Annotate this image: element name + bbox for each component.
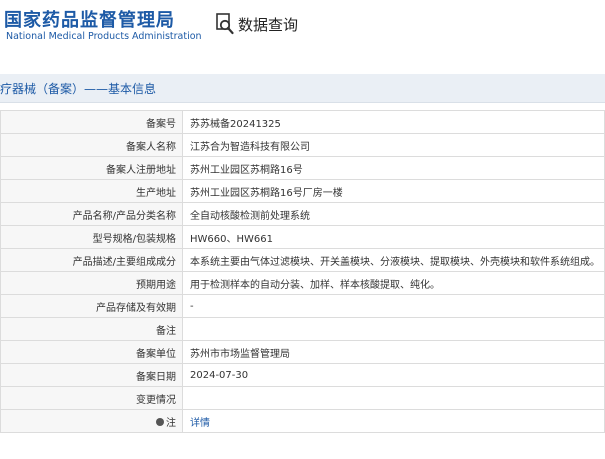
- row-value: HW660、HW661: [182, 225, 605, 249]
- row-value: 本系统主要由气体过滤模块、开关盖模块、分液模块、提取模块、外壳模块和软件系统组成…: [182, 248, 605, 272]
- section-title: 疗器械（备案）——基本信息: [0, 82, 157, 96]
- data-query-label: 数据查询: [238, 15, 299, 34]
- table-row: 产品存储及有效期 -: [0, 294, 605, 318]
- table-row-note: 注 详情: [0, 409, 605, 433]
- lightbulb-icon: [156, 417, 164, 426]
- details-link[interactable]: 详情: [190, 418, 210, 429]
- row-value: [182, 317, 605, 341]
- row-label: 产品存储及有效期: [0, 294, 183, 318]
- table-row: 备案日期 2024-07-30: [0, 363, 605, 387]
- site-logo-cn[interactable]: 国家药品监督管理局: [4, 6, 175, 32]
- row-label: 备案号: [0, 110, 183, 134]
- record-info-table: 备案号 苏苏械备20241325 备案人名称 江苏合为智造科技有限公司 备案人注…: [0, 110, 605, 433]
- row-value: 用于检测样本的自动分装、加样、样本核酸提取、纯化。: [182, 271, 605, 295]
- table-row: 备案号 苏苏械备20241325: [0, 110, 605, 134]
- site-header: 国家药品监督管理局 National Medical Products Admi…: [0, 0, 605, 62]
- row-label: 备案人名称: [0, 133, 183, 157]
- table-row: 备案人名称 江苏合为智造科技有限公司: [0, 133, 605, 157]
- table-row: 产品描述/主要组成成分 本系统主要由气体过滤模块、开关盖模块、分液模块、提取模块…: [0, 248, 605, 272]
- section-title-bar: 疗器械（备案）——基本信息: [0, 74, 605, 103]
- table-row: 型号规格/包装规格 HW660、HW661: [0, 225, 605, 249]
- note-row-label: 注: [0, 409, 183, 433]
- table-row: 变更情况: [0, 386, 605, 410]
- row-value: 2024-07-30: [182, 363, 605, 387]
- row-label: 备案日期: [0, 363, 183, 387]
- table-row: 产品名称/产品分类名称 全自动核酸检测前处理系统: [0, 202, 605, 226]
- note-label-text: 注: [166, 417, 176, 429]
- table-row: 备注: [0, 317, 605, 341]
- row-value: 江苏合为智造科技有限公司: [182, 133, 605, 157]
- row-label: 备案单位: [0, 340, 183, 364]
- data-query-link[interactable]: 数据查询: [215, 12, 298, 36]
- row-label: 变更情况: [0, 386, 183, 410]
- row-value: 苏苏械备20241325: [182, 110, 605, 134]
- table-row: 生产地址 苏州工业园区苏桐路16号厂房一楼: [0, 179, 605, 203]
- table-row: 备案单位 苏州市市场监督管理局: [0, 340, 605, 364]
- row-value: 苏州工业园区苏桐路16号: [182, 156, 605, 180]
- row-label: 生产地址: [0, 179, 183, 203]
- search-icon: [215, 13, 235, 35]
- row-label: 型号规格/包装规格: [0, 225, 183, 249]
- row-label: 备注: [0, 317, 183, 341]
- row-label: 产品描述/主要组成成分: [0, 248, 183, 272]
- note-row-value: 详情: [182, 409, 605, 433]
- row-value: [182, 386, 605, 410]
- row-value: 全自动核酸检测前处理系统: [182, 202, 605, 226]
- row-label: 产品名称/产品分类名称: [0, 202, 183, 226]
- row-value: 苏州工业园区苏桐路16号厂房一楼: [182, 179, 605, 203]
- site-logo-en[interactable]: National Medical Products Administration: [6, 31, 202, 42]
- row-label: 备案人注册地址: [0, 156, 183, 180]
- table-row: 备案人注册地址 苏州工业园区苏桐路16号: [0, 156, 605, 180]
- table-row: 预期用途 用于检测样本的自动分装、加样、样本核酸提取、纯化。: [0, 271, 605, 295]
- row-value: -: [182, 294, 605, 318]
- row-value: 苏州市市场监督管理局: [182, 340, 605, 364]
- row-label: 预期用途: [0, 271, 183, 295]
